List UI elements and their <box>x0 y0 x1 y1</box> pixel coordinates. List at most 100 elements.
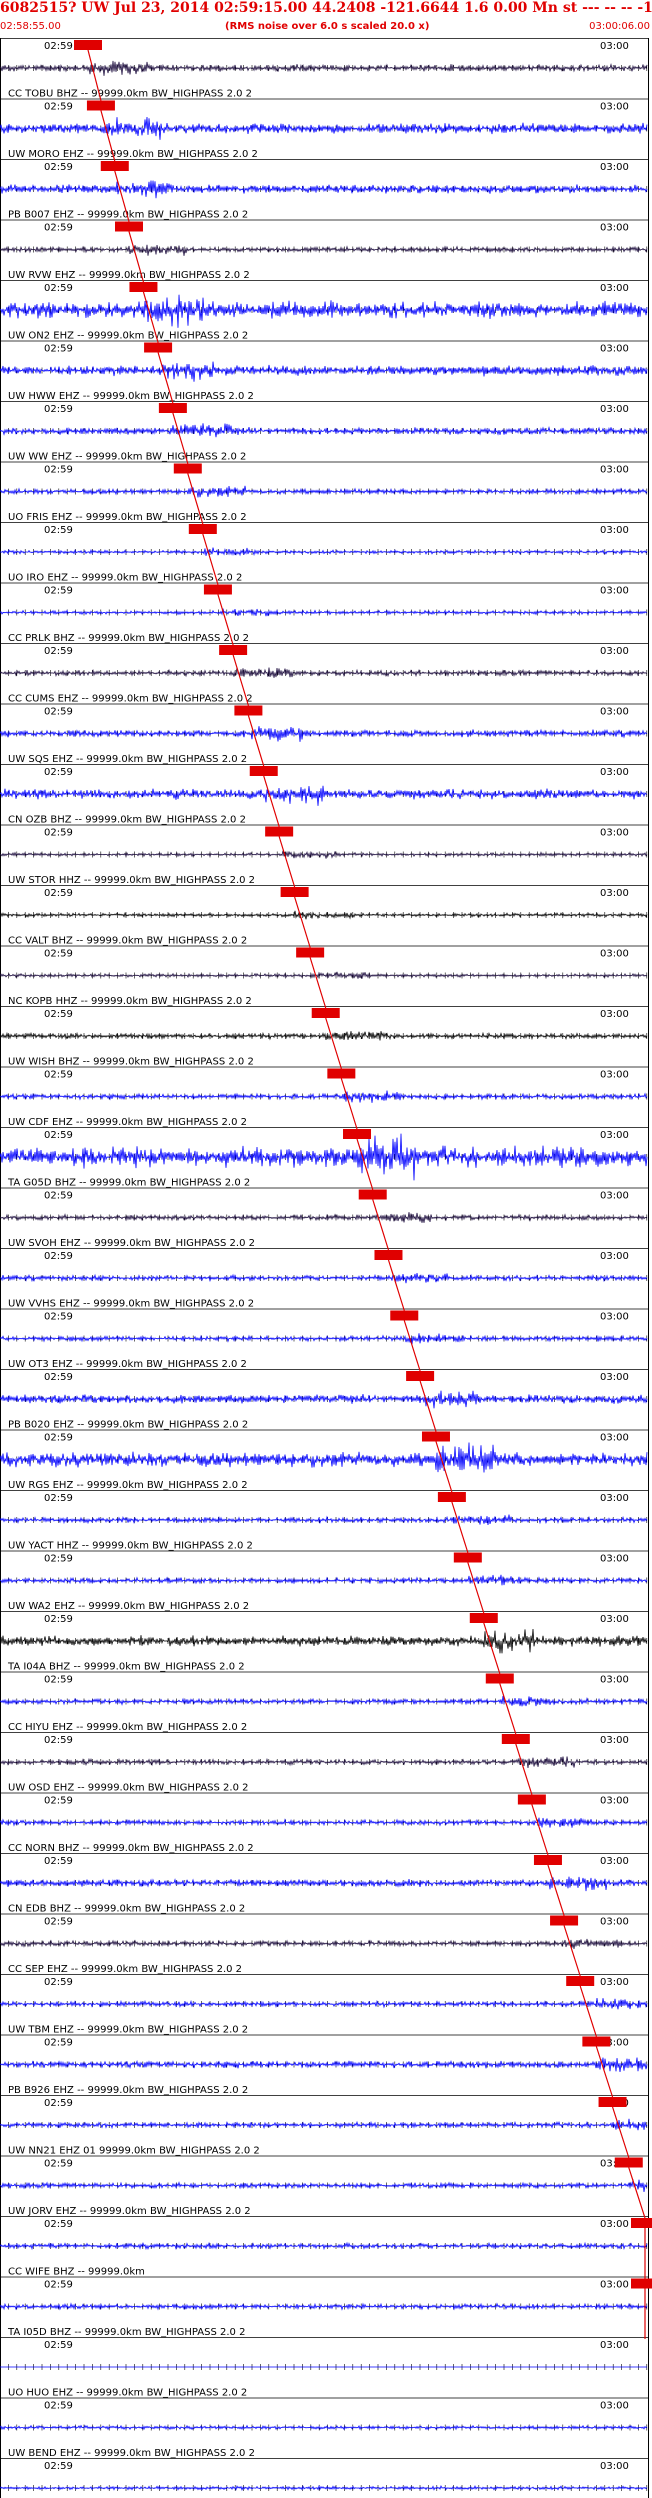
waveform-trace <box>0 1514 648 1526</box>
waveform-trace <box>0 1031 648 1041</box>
row-start-time-label: 02:59 <box>44 1554 73 1565</box>
waveform-trace <box>0 1442 648 1473</box>
pick-marker <box>598 2097 627 2107</box>
row-end-time-label: 03:00 <box>600 1130 629 1141</box>
station-label: UW TBM EHZ -- 99999.0km BW_HIGHPASS 2.0 … <box>8 2025 248 2036</box>
station-label: UW YACT HHZ -- 99999.0km BW_HIGHPASS 2.0… <box>8 1541 253 1552</box>
trace-layer <box>0 60 648 2491</box>
pick-line <box>356 1138 374 1190</box>
waveform-trace <box>0 1090 648 1103</box>
pick-line <box>247 715 265 767</box>
pick-marker <box>158 403 187 413</box>
pick-line <box>628 2167 646 2219</box>
waveform-trace <box>0 294 648 328</box>
row-end-time-label: 03:00 <box>600 1009 629 1020</box>
row-start-time-label: 02:59 <box>44 1009 73 1020</box>
station-label: TA G05D BHZ -- 99999.0km BW_HIGHPASS 2.0… <box>7 1178 250 1189</box>
station-label: CC VALT BHZ -- 99999.0km BW_HIGHPASS 2.0… <box>8 936 247 947</box>
waveform-trace <box>0 423 648 438</box>
pick-marker <box>265 826 294 837</box>
station-label: CC SEP EHZ -- 99999.0km BW_HIGHPASS 2.0 … <box>8 1964 242 1975</box>
waveform-trace <box>0 361 648 382</box>
station-label: UW RGS EHZ -- 99999.0km BW_HIGHPASS 2.0 … <box>8 1480 248 1491</box>
waveform-trace <box>0 1212 648 1223</box>
pick-marker <box>358 1189 387 1200</box>
pick-marker <box>86 100 115 111</box>
row-start-time-label: 02:59 <box>44 1856 73 1867</box>
row-end-time-label: 03:00 <box>600 1493 629 1504</box>
row-end-time-label: 03:00 <box>600 223 629 234</box>
station-label: UW ON2 EHZ -- 99999.0km BW_HIGHPASS 2.0 … <box>8 331 248 342</box>
row-start-time-label: 02:59 <box>44 404 73 415</box>
station-label: UW WISH BHZ -- 99999.0km BW_HIGHPASS 2.0… <box>8 1057 254 1068</box>
waveform-trace <box>0 1817 648 1828</box>
row-start-time-label: 02:59 <box>44 1433 73 1444</box>
pick-line <box>547 1864 565 1916</box>
waveform-trace <box>0 244 648 256</box>
station-label: NC KOPB HHZ -- 99999.0km BW_HIGHPASS 2.0… <box>8 996 252 1007</box>
row-start-time-label: 02:59 <box>44 1977 73 1988</box>
waveform-trace <box>0 1876 648 1892</box>
station-label: TA I04A BHZ -- 99999.0km BW_HIGHPASS 2.0… <box>7 1662 245 1673</box>
pick-marker <box>296 947 325 958</box>
row-start-time-label: 02:59 <box>44 2461 73 2472</box>
pick-line <box>515 1743 533 1795</box>
waveform-trace <box>0 971 648 979</box>
waveform-trace <box>0 1628 648 1654</box>
row-start-time-label: 02:59 <box>44 223 73 234</box>
row-end-time-label: 03:00 <box>600 102 629 113</box>
pick-marker <box>144 342 173 353</box>
station-label: UW MORO EHZ -- 99999.0km BW_HIGHPASS 2.0… <box>8 149 258 160</box>
waveform-trace <box>0 2424 648 2431</box>
row-end-time-label: 03:00 <box>600 1191 629 1202</box>
station-label: CN OZB BHZ -- 99999.0km BW_HIGHPASS 2.0 … <box>8 815 246 826</box>
waveform-trace <box>0 60 648 76</box>
pick-line <box>579 1985 597 2037</box>
pick-line <box>372 1199 390 1251</box>
pick-marker <box>311 1008 340 1018</box>
row-start-time-label: 02:59 <box>44 1191 73 1202</box>
row-start-time-label: 02:59 <box>44 2401 73 2412</box>
row-end-time-label: 03:00 <box>600 1554 629 1565</box>
row-start-time-label: 02:59 <box>44 102 73 113</box>
row-end-time-label: 03:00 <box>600 162 629 173</box>
pick-marker <box>173 463 202 474</box>
waveform-trace <box>0 547 648 557</box>
station-label: CC NORN BHZ -- 99999.0km BW_HIGHPASS 2.0… <box>8 1843 254 1854</box>
station-label: UO IRO EHZ -- 99999.0km BW_HIGHPASS 2.0 … <box>8 573 242 584</box>
row-start-time-label: 02:59 <box>44 1251 73 1262</box>
row-end-time-label: 03:00 <box>600 2401 629 2412</box>
pick-marker <box>631 2278 652 2289</box>
pick-marker <box>437 1492 466 1502</box>
pick-line <box>467 1562 485 1614</box>
station-label: CC CUMS EHZ -- 99999.0km BW_HIGHPASS 2.0… <box>8 694 253 705</box>
row-end-time-label: 03:00 <box>600 646 629 657</box>
pick-marker <box>453 1552 482 1563</box>
station-label: UW WW EHZ -- 99999.0km BW_HIGHPASS 2.0 2 <box>8 452 246 463</box>
waveform-trace <box>0 1695 648 1707</box>
row-end-time-label: 03:00 <box>600 1735 629 1746</box>
row-end-time-label: 03:00 <box>600 465 629 476</box>
waveform-trace <box>0 2484 648 2491</box>
row-start-time-label: 02:59 <box>44 162 73 173</box>
pick-line <box>499 1683 517 1735</box>
station-label: UO FRIS EHZ -- 99999.0km BW_HIGHPASS 2.0… <box>8 512 247 523</box>
row-end-time-label: 03:00 <box>600 1070 629 1081</box>
pick-line <box>309 957 327 1009</box>
pick-marker <box>533 1855 562 1865</box>
pick-line <box>294 896 311 948</box>
row-start-time-label: 02:59 <box>44 283 73 294</box>
station-label: UW OT3 EHZ -- 99999.0km BW_HIGHPASS 2.0 … <box>8 1359 247 1370</box>
row-end-time-label: 03:00 <box>600 41 629 52</box>
row-end-time-label: 03:00 <box>600 283 629 294</box>
row-start-time-label: 02:59 <box>44 2219 73 2230</box>
station-label: UO HUO EHZ -- 99999.0km BW_HIGHPASS 2.0 … <box>8 2388 247 2399</box>
row-start-time-label: 02:59 <box>44 767 73 778</box>
row-end-time-label: 03:00 <box>600 1614 629 1625</box>
row-start-time-label: 02:59 <box>44 1130 73 1141</box>
pick-marker <box>421 1431 450 1442</box>
station-label: UW SVOH EHZ -- 99999.0km BW_HIGHPASS 2.0… <box>8 1238 255 1249</box>
row-end-time-label: 03:00 <box>600 404 629 415</box>
waveform-trace <box>0 726 648 742</box>
row-start-time-label: 02:59 <box>44 2280 73 2291</box>
